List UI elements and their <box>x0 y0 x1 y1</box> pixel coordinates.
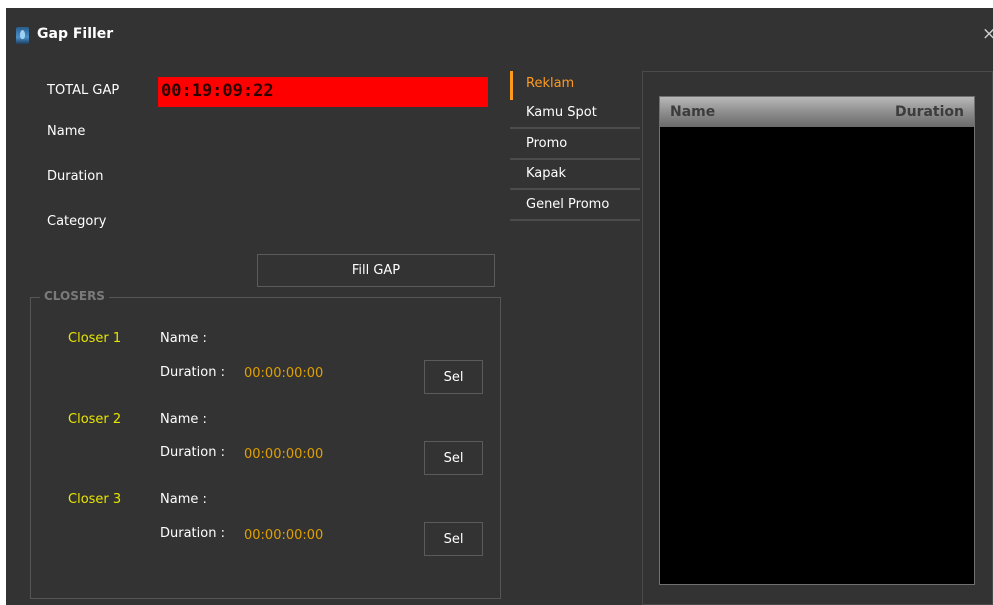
spot-list-grid[interactable]: Name Duration <box>659 96 975 585</box>
closer-2-duration-label: Duration : <box>160 445 225 460</box>
closers-legend: CLOSERS <box>40 289 109 303</box>
total-gap-value: 00:19:09:22 <box>161 81 274 101</box>
tab-reklam[interactable]: Reklam <box>510 71 640 100</box>
column-header-name[interactable]: Name <box>670 104 715 120</box>
tab-genel-promo[interactable]: Genel Promo <box>510 192 640 221</box>
category-label: Category <box>47 214 107 229</box>
close-icon[interactable]: × <box>982 24 993 44</box>
closer-1-duration-value: 00:00:00:00 <box>244 366 324 381</box>
closer-3-name-label: Name : <box>160 492 207 507</box>
closer-1-duration-label: Duration : <box>160 365 225 380</box>
tab-kapak[interactable]: Kapak <box>510 161 640 190</box>
column-header-duration[interactable]: Duration <box>895 104 964 120</box>
closer-3-label: Closer 3 <box>68 492 122 507</box>
closer-2-select-button[interactable]: Sel <box>424 441 483 475</box>
closer-2-label: Closer 2 <box>68 412 122 427</box>
tab-promo[interactable]: Promo <box>510 131 640 160</box>
closer-1-label: Closer 1 <box>68 331 122 346</box>
window-title: Gap Filler <box>37 26 114 42</box>
total-gap-label: TOTAL GAP <box>47 83 120 98</box>
closer-3-duration-value: 00:00:00:00 <box>244 528 324 543</box>
gap-filler-window: Gap Filler × TOTAL GAP 00:19:09:22 Name … <box>6 8 993 605</box>
closer-3-duration-label: Duration : <box>160 526 225 541</box>
closer-2-name-label: Name : <box>160 412 207 427</box>
tab-kamu-spot[interactable]: Kamu Spot <box>510 100 640 129</box>
app-icon <box>16 27 29 44</box>
name-label: Name <box>47 124 86 139</box>
grid-header: Name Duration <box>660 97 974 127</box>
duration-label: Duration <box>47 169 104 184</box>
closer-1-select-button[interactable]: Sel <box>424 360 483 394</box>
closer-2-duration-value: 00:00:00:00 <box>244 447 324 462</box>
total-gap-display: 00:19:09:22 <box>158 77 488 107</box>
fill-gap-button[interactable]: Fill GAP <box>257 254 495 287</box>
closer-3-select-button[interactable]: Sel <box>424 522 483 556</box>
closer-1-name-label: Name : <box>160 331 207 346</box>
